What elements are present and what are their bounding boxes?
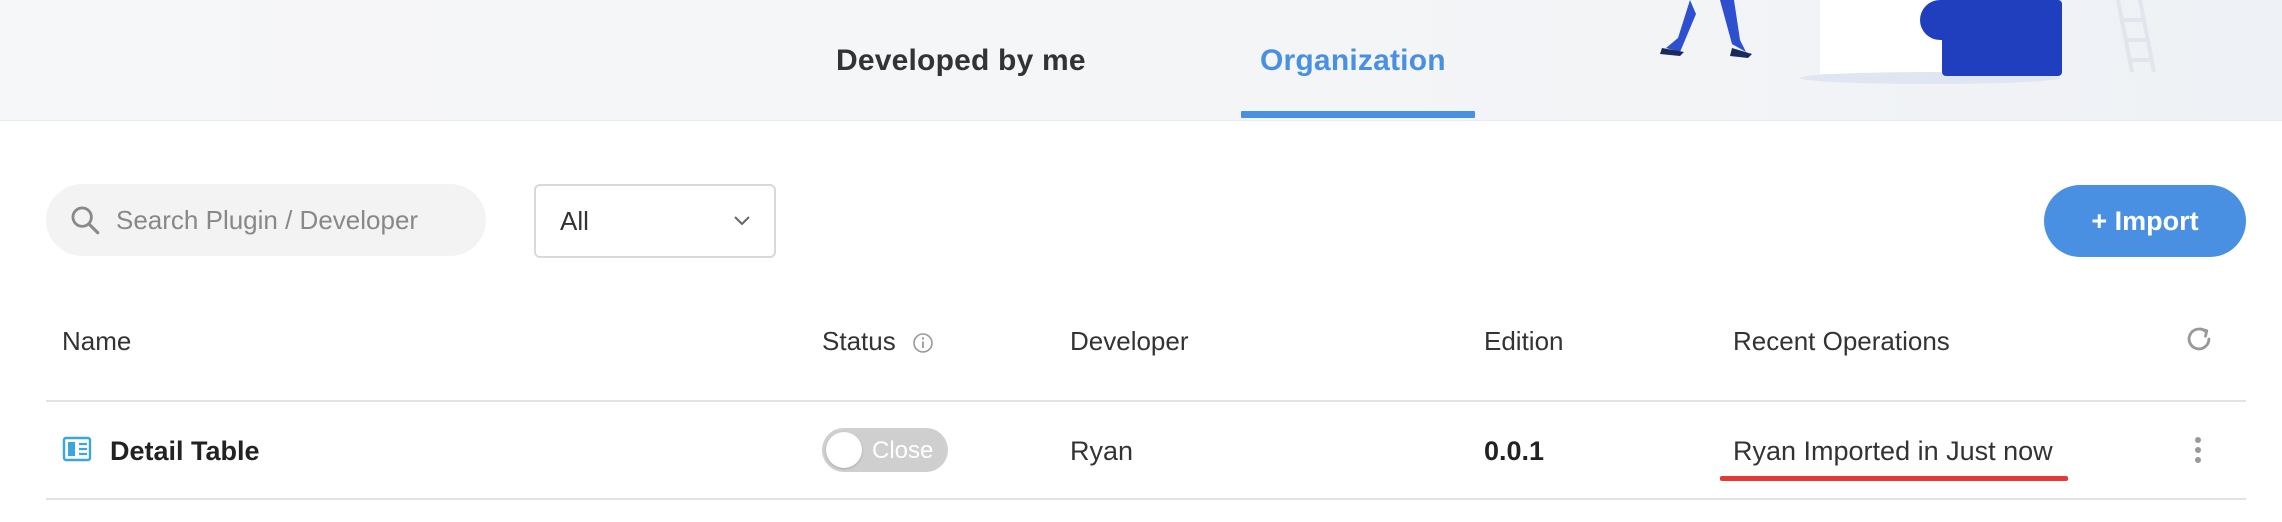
filter-selected-value: All (560, 205, 589, 236)
highlight-underline (1720, 476, 2068, 481)
column-header-status-label: Status (822, 326, 896, 356)
status-toggle-label: Close (872, 437, 934, 464)
search-box[interactable] (46, 184, 486, 256)
tab-developed-by-me[interactable]: Developed by me (836, 44, 1086, 78)
header-illustration (1660, 0, 2156, 84)
edition-cell: 0.0.1 (1484, 436, 1545, 466)
recent-operations-cell: Ryan Imported in Just now (1733, 436, 2053, 466)
column-header-recent-operations: Recent Operations (1733, 326, 1950, 356)
table-header-divider (46, 400, 2246, 402)
tab-organization[interactable]: Organization (1260, 44, 1446, 78)
search-icon (71, 206, 100, 235)
plugin-name[interactable]: Detail Table (110, 436, 260, 467)
more-vertical-icon[interactable] (2190, 436, 2206, 464)
page-header: Developed by me Organization (0, 0, 2282, 121)
chevron-down-icon (734, 216, 750, 226)
active-tab-indicator (1241, 111, 1475, 118)
column-header-developer: Developer (1070, 326, 1189, 356)
toggle-knob (826, 432, 862, 468)
refresh-icon[interactable] (2182, 322, 2216, 356)
column-header-edition: Edition (1484, 326, 1564, 356)
import-button[interactable]: + Import (2044, 185, 2246, 257)
developer-cell: Ryan (1070, 436, 1134, 466)
column-header-name: Name (62, 326, 132, 356)
info-icon[interactable] (911, 331, 935, 355)
status-toggle[interactable]: Close (822, 428, 948, 472)
filter-select[interactable]: All (534, 184, 776, 258)
table-row-divider (46, 498, 2246, 500)
search-input[interactable] (114, 203, 478, 237)
column-header-status: Status (822, 326, 935, 357)
table-layout-icon (62, 436, 92, 462)
